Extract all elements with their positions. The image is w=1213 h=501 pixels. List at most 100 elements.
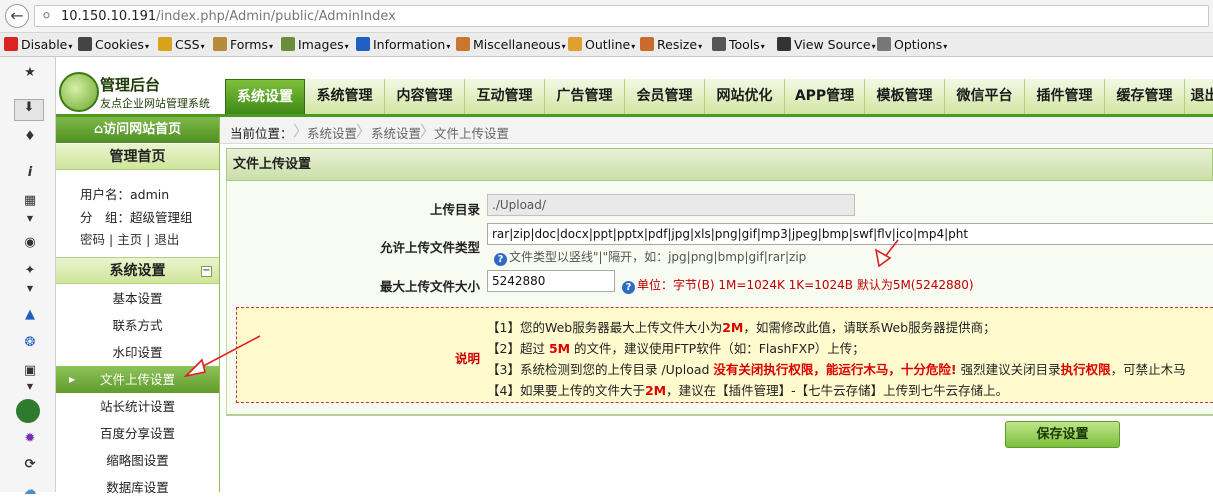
chevron-down-icon[interactable]: ▼ bbox=[22, 211, 38, 227]
info-icon[interactable]: i bbox=[22, 165, 38, 181]
menu-item[interactable]: 缩略图设置 bbox=[56, 447, 219, 474]
password-link[interactable]: 密码 bbox=[80, 232, 105, 247]
home-icon: ⌂ bbox=[93, 122, 104, 137]
max-size-label: 最大上传文件大小 bbox=[379, 279, 480, 294]
toolbar-miscellaneous-menu[interactable]: Miscellaneous▾ bbox=[456, 37, 566, 52]
dropdown-arrow-icon: ▾ bbox=[943, 42, 948, 51]
toolbar-forms-menu[interactable]: Forms▾ bbox=[213, 37, 273, 52]
breadcrumb: 当前位置： 〉 系统设置 〉 系统设置 〉 文件上传设置 bbox=[220, 117, 1213, 144]
nav-tab[interactable]: 互动管理 bbox=[465, 79, 545, 114]
dropdown-arrow-icon: ▾ bbox=[631, 42, 636, 51]
nav-tab[interactable]: 插件管理 bbox=[1025, 79, 1105, 114]
no-entry-icon bbox=[4, 37, 18, 51]
chevron-down-icon[interactable]: ▼ bbox=[22, 379, 38, 395]
toolbar-disable-menu[interactable]: Disable▾ bbox=[4, 37, 72, 52]
window-icon[interactable]: ▣ bbox=[22, 363, 38, 379]
chevron-down-icon[interactable]: ▼ bbox=[22, 281, 38, 297]
file-types-input[interactable]: rar|zip|doc|docx|ppt|pptx|pdf|jpg|xls|pn… bbox=[487, 223, 1213, 245]
system-settings-group[interactable]: 系统设置 − bbox=[56, 257, 219, 284]
dropdown-arrow-icon: ▾ bbox=[269, 42, 274, 51]
menu-item[interactable]: 数据库设置 bbox=[56, 474, 219, 501]
puzzle-icon[interactable]: ♦ bbox=[22, 129, 38, 145]
menu-item[interactable]: 站长统计设置 bbox=[56, 393, 219, 420]
notice-box: 说明 【1】您的Web服务器最大上传文件大小为2M，如需修改此值，请联系Web服… bbox=[236, 307, 1213, 403]
refresh-icon[interactable]: ⟳ bbox=[22, 457, 38, 473]
logout-link[interactable]: 退出 bbox=[154, 232, 179, 247]
breadcrumb-item[interactable]: 系统设置 bbox=[307, 123, 357, 142]
spiral-icon[interactable]: ❂ bbox=[22, 335, 38, 351]
menu-home-header[interactable]: 管理首页 bbox=[56, 144, 219, 170]
active-marker-icon: ▶ bbox=[69, 375, 76, 384]
nav-tab[interactable]: 模板管理 bbox=[865, 79, 945, 114]
upload-dir-field[interactable]: ./Upload/ bbox=[487, 194, 855, 216]
address-field[interactable]: ⚪ 10.150.10.191/index.php/Admin/public/A… bbox=[34, 5, 1209, 27]
dropdown-arrow-icon: ▾ bbox=[344, 42, 349, 51]
nav-tab[interactable]: 网站优化 bbox=[705, 79, 785, 114]
browser-sidebar: ★ ⬇ ♦ i ▦ ▼ ◉ ✦ ▼ ▲ ❂ ▣ ▼ ✹ ⟳ ☁ bbox=[0, 57, 56, 498]
group-label: 分 组：超级管理组 bbox=[80, 210, 193, 225]
upload-dir-label: 上传目录 bbox=[429, 202, 480, 217]
nav-tab[interactable]: 会员管理 bbox=[625, 79, 705, 114]
toolbar-images-menu[interactable]: Images▾ bbox=[281, 37, 349, 52]
breadcrumb-item[interactable]: 文件上传设置 bbox=[434, 123, 509, 142]
pencil-icon bbox=[158, 37, 172, 51]
nav-tab[interactable]: APP管理 bbox=[785, 79, 865, 114]
help-icon: ? bbox=[494, 253, 507, 266]
toolbar-outline-menu[interactable]: Outline▾ bbox=[568, 37, 635, 52]
username-label: 用户名：admin bbox=[80, 187, 170, 202]
toolbar-resize-menu[interactable]: Resize▾ bbox=[640, 37, 702, 52]
dropdown-arrow-icon: ▾ bbox=[760, 42, 765, 51]
nav-tab[interactable]: 广告管理 bbox=[545, 79, 625, 114]
globe-green-icon[interactable] bbox=[16, 399, 40, 423]
app-subtitle: 友点企业网站管理系统 bbox=[100, 97, 210, 110]
menu-item[interactable]: 百度分享设置 bbox=[56, 420, 219, 447]
person-icon bbox=[78, 37, 92, 51]
dropdown-arrow-icon: ▾ bbox=[561, 42, 566, 51]
logo-icon bbox=[59, 72, 99, 112]
bird-icon[interactable]: ✦ bbox=[22, 263, 38, 279]
monitor-icon bbox=[777, 37, 791, 51]
toolbar-css-menu[interactable]: CSS▾ bbox=[158, 37, 205, 52]
notice-line-1: 【1】您的Web服务器最大上传文件大小为2M，如需修改此值，请联系Web服务器提… bbox=[487, 320, 996, 335]
nav-tab[interactable]: 缓存管理 bbox=[1105, 79, 1185, 114]
red-arrow-annotation bbox=[874, 239, 899, 268]
save-button[interactable]: 保存设置 bbox=[1005, 421, 1120, 448]
form-icon bbox=[213, 37, 227, 51]
back-arrow-icon[interactable]: ← bbox=[5, 4, 29, 28]
notice-line-3: 【3】系统检测到您的上传目录 /Upload 没有关闭执行权限，能运行木马，十分… bbox=[487, 362, 1186, 377]
bug-icon[interactable]: ◉ bbox=[22, 235, 38, 251]
toolbar-options-menu[interactable]: Options▾ bbox=[877, 37, 947, 52]
nav-tab[interactable]: 退出 bbox=[1185, 79, 1213, 114]
grid-icon[interactable]: ▦ bbox=[22, 193, 38, 209]
home-page-link[interactable]: 主页 bbox=[117, 232, 142, 247]
breadcrumb-item[interactable]: 系统设置 bbox=[371, 123, 421, 142]
nav-tab[interactable]: 系统管理 bbox=[305, 79, 385, 114]
max-size-input[interactable]: 5242880 bbox=[487, 270, 615, 292]
nav-tab[interactable]: 系统设置 bbox=[225, 79, 305, 114]
nav-tab[interactable]: 内容管理 bbox=[385, 79, 465, 114]
cloud-icon[interactable]: ☁ bbox=[22, 483, 38, 499]
toolbar-tools-menu[interactable]: Tools▾ bbox=[712, 37, 765, 52]
nav-tab[interactable]: 微信平台 bbox=[945, 79, 1025, 114]
app-title: 管理后台 bbox=[100, 76, 161, 94]
options-icon bbox=[877, 37, 891, 51]
visit-site-link[interactable]: ⌂访问网站首页 bbox=[56, 117, 219, 143]
toolbar-information-menu[interactable]: Information▾ bbox=[356, 37, 450, 52]
star-icon[interactable]: ★ bbox=[22, 65, 38, 81]
collapse-icon[interactable]: − bbox=[201, 266, 212, 277]
download-icon[interactable]: ⬇ bbox=[14, 99, 44, 121]
virus-icon[interactable]: ✹ bbox=[22, 431, 38, 447]
toolbar-cookies-menu[interactable]: Cookies▾ bbox=[78, 37, 149, 52]
dropdown-arrow-icon: ▾ bbox=[871, 42, 876, 51]
breadcrumb-separator-icon: 〉 bbox=[420, 122, 436, 140]
menu-item[interactable]: 基本设置 bbox=[56, 285, 219, 312]
web-developer-toolbar: Disable▾ Cookies▾ CSS▾ Forms▾ Images▾ Informa… bbox=[0, 33, 1213, 57]
shark-icon[interactable]: ▲ bbox=[22, 307, 38, 323]
image-icon bbox=[281, 37, 295, 51]
dropdown-arrow-icon: ▾ bbox=[200, 42, 205, 51]
tools-icon bbox=[712, 37, 726, 51]
dropdown-arrow-icon: ▾ bbox=[144, 42, 149, 51]
box-icon bbox=[456, 37, 470, 51]
red-arrow-annotation bbox=[183, 335, 261, 378]
toolbar-view-source-menu[interactable]: View Source▾ bbox=[777, 37, 876, 52]
